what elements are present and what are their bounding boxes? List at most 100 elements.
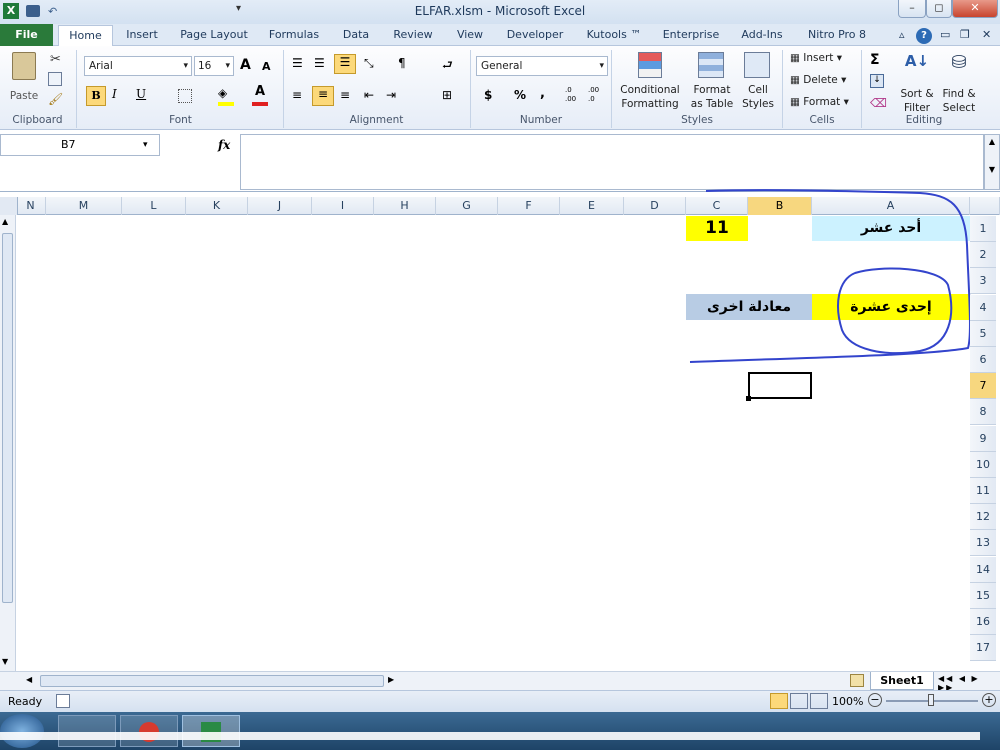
orientation-icon[interactable]: ⤡ [364, 56, 374, 71]
row-header-12[interactable]: 12 [970, 504, 996, 531]
hscroll-left-icon[interactable]: ◀ [26, 675, 32, 684]
align-top-icon[interactable]: ☰ [292, 56, 303, 70]
row-header-11[interactable]: 11 [970, 478, 996, 504]
column-header-H[interactable]: H [374, 197, 436, 215]
tab-formulas[interactable]: Formulas [262, 24, 326, 46]
insert-cells-button[interactable]: ▦ Insert ▾ [790, 52, 856, 64]
taskbar-excel-icon[interactable] [182, 715, 240, 747]
row-header-3[interactable]: 3 [970, 268, 996, 295]
workbook-restore-icon[interactable]: ❐ [960, 28, 970, 41]
format-painter-icon[interactable]: 🖌 [48, 92, 63, 106]
tab-kutools[interactable]: Kutools ™ [578, 24, 650, 46]
row-header-16[interactable]: 16 [970, 609, 996, 635]
start-button[interactable] [0, 714, 44, 748]
column-header-I[interactable]: I [312, 197, 374, 215]
page-layout-view-icon[interactable] [790, 693, 808, 709]
font-name-select[interactable]: Arial ▾ [84, 56, 192, 76]
column-header-D[interactable]: D [624, 197, 686, 215]
zoom-in-icon[interactable]: + [982, 693, 996, 707]
clear-icon[interactable]: ⌫ [870, 96, 887, 110]
column-header-N[interactable]: N [16, 197, 46, 215]
cut-icon[interactable]: ✂ [50, 52, 61, 67]
column-header-L[interactable]: L [122, 197, 186, 215]
tab-data[interactable]: Data [334, 24, 378, 46]
increase-indent-icon[interactable]: ⇥ [386, 88, 396, 102]
fill-icon[interactable]: ↓ [870, 74, 884, 88]
tab-nitro[interactable]: Nitro Pro 8 [800, 24, 874, 46]
grow-font-button[interactable]: A [240, 57, 251, 73]
comma-button[interactable]: , [540, 86, 545, 101]
merge-center-icon[interactable]: ⊞ [442, 88, 452, 102]
tab-file[interactable]: File [0, 24, 53, 46]
maximize-button[interactable]: ◻ [926, 0, 952, 18]
fx-icon[interactable]: fx [218, 138, 230, 152]
ribbon-collapse-icon[interactable]: ▵ [899, 28, 905, 41]
bold-button[interactable]: B [86, 86, 106, 106]
align-bottom-icon[interactable]: ☰ [334, 54, 356, 74]
insert-sheet-icon[interactable] [850, 674, 864, 687]
row-header-9[interactable]: 9 [970, 425, 996, 452]
format-cells-button[interactable]: ▦ Format ▾ [790, 96, 856, 108]
align-center-icon[interactable]: ≡ [312, 86, 334, 106]
row-header-10[interactable]: 10 [970, 451, 996, 478]
column-header-J[interactable]: J [248, 197, 312, 215]
hscroll-right-icon[interactable]: ▶ [388, 675, 394, 684]
tab-developer[interactable]: Developer [500, 24, 570, 46]
column-header-E[interactable]: E [560, 197, 624, 215]
tab-enterprise[interactable]: Enterprise [658, 24, 724, 46]
taskbar-explorer-icon[interactable] [58, 715, 116, 747]
macro-record-icon[interactable] [56, 694, 70, 708]
horizontal-scroll-thumb[interactable] [40, 675, 384, 687]
conditional-formatting-button[interactable]: Conditional Formatting [616, 50, 684, 112]
tab-review[interactable]: Review [386, 24, 440, 46]
increase-decimal-button[interactable]: .0 .00 [565, 86, 581, 104]
cell-styles-button[interactable]: Cell Styles [738, 50, 778, 112]
row-header-14[interactable]: 14 [970, 556, 996, 583]
percent-button[interactable]: % [514, 88, 526, 102]
scroll-thumb[interactable] [2, 233, 13, 603]
font-size-select[interactable]: 16 ▾ [194, 56, 234, 76]
taskbar-chrome-icon[interactable] [120, 715, 178, 747]
tab-add-ins[interactable]: Add-Ins [733, 24, 791, 46]
row-header-17[interactable]: 17 [970, 635, 996, 662]
number-format-select[interactable]: General ▾ [476, 56, 608, 76]
minimize-button[interactable]: – [898, 0, 926, 18]
zoom-out-icon[interactable]: − [868, 693, 882, 707]
borders-icon[interactable] [178, 89, 192, 103]
workbook-minimize-icon[interactable]: ▭ [940, 28, 950, 41]
row-header-2[interactable]: 2 [970, 242, 996, 269]
fill-color-icon[interactable]: ◈ [218, 86, 234, 106]
copy-icon[interactable] [48, 72, 62, 86]
font-color-icon[interactable]: A [252, 84, 268, 106]
row-header-6[interactable]: 6 [970, 347, 996, 373]
column-header-M[interactable]: M [46, 197, 122, 215]
wrap-text-icon[interactable]: ⮐ [442, 56, 453, 77]
formula-input[interactable] [240, 134, 984, 190]
shrink-font-button[interactable]: A [262, 60, 271, 73]
scroll-down-icon[interactable]: ▼ [2, 657, 8, 666]
fill-handle[interactable] [746, 396, 751, 401]
name-box[interactable]: B7 ▾ [0, 134, 160, 156]
normal-view-icon[interactable] [770, 693, 788, 709]
help-icon[interactable]: ? [916, 28, 932, 44]
format-as-table-button[interactable]: Format as Table [686, 50, 738, 112]
currency-button[interactable]: $ [484, 88, 492, 102]
underline-button[interactable]: U [136, 87, 150, 101]
tab-page-layout[interactable]: Page Layout [175, 24, 253, 46]
vertical-scrollbar[interactable]: ▲ ▼ [0, 215, 16, 671]
row-header-13[interactable]: 13 [970, 530, 996, 557]
decrease-decimal-button[interactable]: .00 .0 [588, 86, 604, 104]
scroll-up-icon[interactable]: ▲ [2, 217, 8, 226]
tab-insert[interactable]: Insert [118, 24, 166, 46]
row-header-5[interactable]: 5 [970, 320, 996, 347]
align-left-icon[interactable]: ≡ [292, 88, 302, 102]
row-header-1[interactable]: 1 [970, 216, 996, 242]
column-header-K[interactable]: K [186, 197, 248, 215]
tab-view[interactable]: View [448, 24, 492, 46]
sort-filter-button[interactable]: A↓ Sort & Filter [896, 50, 938, 114]
zoom-slider-thumb[interactable] [928, 694, 934, 706]
close-button[interactable]: ✕ [952, 0, 998, 18]
tab-home[interactable]: Home [58, 25, 113, 47]
formula-bar-scroll[interactable]: ▲ ▼ [984, 134, 1000, 190]
row-header-4[interactable]: 4 [970, 294, 996, 321]
